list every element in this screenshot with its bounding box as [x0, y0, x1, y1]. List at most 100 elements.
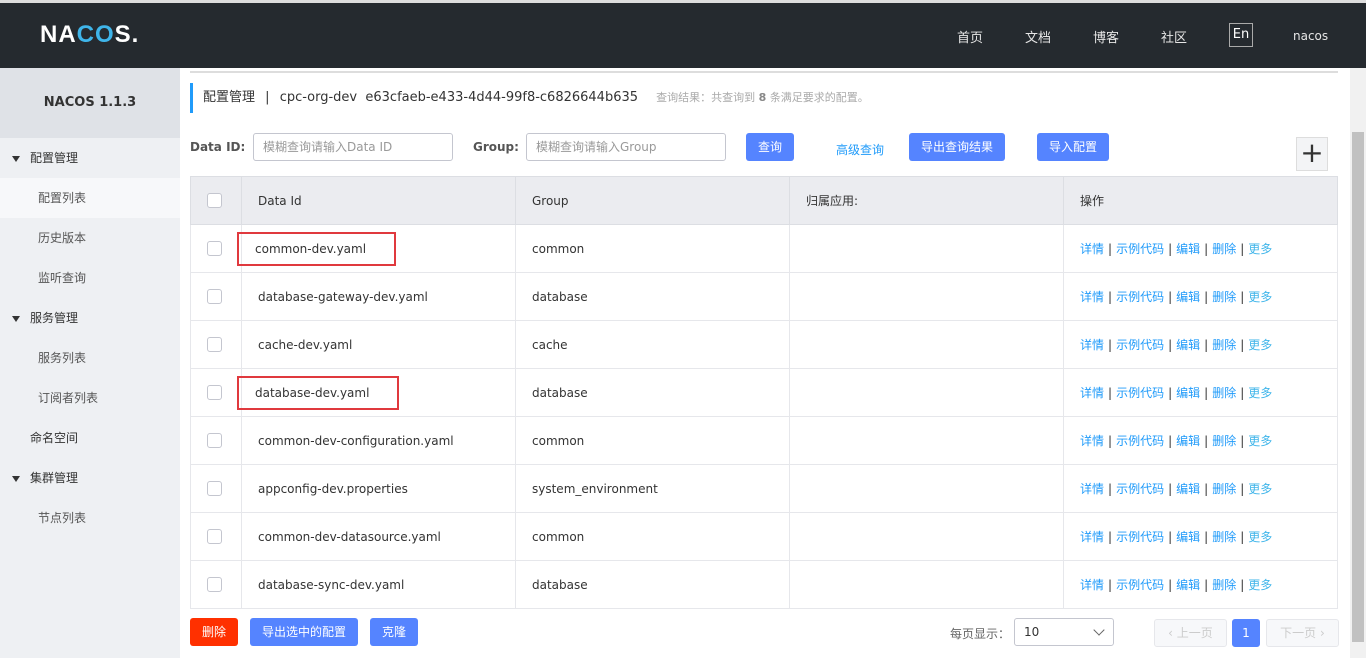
action-3-link[interactable]: 删除 [1212, 530, 1236, 544]
sidebar-item[interactable]: 节点列表 [0, 498, 180, 538]
sidebar-item[interactable]: 集群管理 [0, 458, 180, 498]
action-2-link[interactable]: 编辑 [1176, 482, 1200, 496]
app-cell [789, 416, 1064, 465]
sidebar-item[interactable]: 服务列表 [0, 338, 180, 378]
action-0-link[interactable]: 详情 [1080, 578, 1104, 592]
action-3-link[interactable]: 删除 [1212, 386, 1236, 400]
action-3-link[interactable]: 删除 [1212, 482, 1236, 496]
action-1-link[interactable]: 示例代码 [1116, 338, 1164, 352]
add-config-button[interactable]: + [1296, 137, 1328, 171]
nav-home[interactable]: 首页 [957, 27, 983, 46]
nav-docs[interactable]: 文档 [1025, 27, 1051, 46]
sidebar-item[interactable]: 历史版本 [0, 218, 180, 258]
group-input[interactable]: 模糊查询请输入Group [526, 133, 726, 161]
sidebar-item[interactable]: 订阅者列表 [0, 378, 180, 418]
sidebar-item[interactable]: 配置列表 [0, 178, 180, 218]
action-2-link[interactable]: 编辑 [1176, 434, 1200, 448]
action-4-link[interactable]: 更多 [1248, 434, 1272, 448]
action-0-link[interactable]: 详情 [1080, 242, 1104, 256]
action-1-link[interactable]: 示例代码 [1116, 386, 1164, 400]
dataid-input[interactable]: 模糊查询请输入Data ID [253, 133, 453, 161]
data-id-cell: common-dev-configuration.yaml [241, 416, 516, 465]
table-row: common-dev-configuration.yaml common 详情 | 示例… [190, 416, 1338, 465]
prev-page-button[interactable]: ‹ 上一页 [1154, 619, 1227, 647]
sidebar-item[interactable]: 监听查询 [0, 258, 180, 298]
nav-community[interactable]: 社区 [1161, 27, 1187, 46]
scrollbar[interactable] [1350, 68, 1366, 658]
separator: | [1204, 530, 1209, 544]
sidebar-item[interactable]: 命名空间 [0, 418, 180, 458]
action-2-link[interactable]: 编辑 [1176, 290, 1200, 304]
action-4-link[interactable]: 更多 [1248, 386, 1272, 400]
sidebar-item-label: 集群管理 [30, 471, 79, 485]
row-checkbox[interactable] [207, 529, 222, 544]
separator: | [1204, 290, 1209, 304]
nav-blog[interactable]: 博客 [1093, 27, 1119, 46]
sidebar: NACOS 1.1.3 配置管理 配置列表 历史版本 监听查询 服务管理 服务列表 订阅者列… [0, 68, 180, 658]
nacos-logo[interactable]: NACOS. [40, 21, 139, 49]
export-selected-button[interactable]: 导出选中的配置 [250, 618, 359, 646]
data-id-cell: database-gateway-dev.yaml [241, 272, 516, 321]
action-2-link[interactable]: 编辑 [1176, 530, 1200, 544]
action-4-link[interactable]: 更多 [1248, 290, 1272, 304]
next-page-button[interactable]: 下一页 › [1266, 619, 1339, 647]
action-0-link[interactable]: 详情 [1080, 338, 1104, 352]
action-3-link[interactable]: 删除 [1212, 290, 1236, 304]
action-2-link[interactable]: 编辑 [1176, 578, 1200, 592]
clone-button[interactable]: 克隆 [370, 618, 419, 646]
action-2-link[interactable]: 编辑 [1176, 338, 1200, 352]
row-checkbox[interactable] [207, 337, 222, 352]
search-button[interactable]: 查询 [746, 133, 795, 161]
row-checkbox[interactable] [207, 241, 222, 256]
action-0-link[interactable]: 详情 [1080, 530, 1104, 544]
action-3-link[interactable]: 删除 [1212, 242, 1236, 256]
row-checkbox[interactable] [207, 289, 222, 304]
row-checkbox[interactable] [207, 385, 222, 400]
action-1-link[interactable]: 示例代码 [1116, 530, 1164, 544]
action-0-link[interactable]: 详情 [1080, 434, 1104, 448]
advanced-search-link[interactable]: 高级查询 [836, 141, 884, 158]
action-4-link[interactable]: 更多 [1248, 242, 1272, 256]
action-1-link[interactable]: 示例代码 [1116, 578, 1164, 592]
user-name[interactable]: nacos [1293, 29, 1328, 43]
action-1-link[interactable]: 示例代码 [1116, 434, 1164, 448]
export-results-button[interactable]: 导出查询结果 [909, 133, 1006, 161]
action-1-link[interactable]: 示例代码 [1116, 290, 1164, 304]
language-toggle[interactable]: En [1229, 23, 1253, 47]
separator: | [1240, 530, 1245, 544]
action-2-link[interactable]: 编辑 [1176, 242, 1200, 256]
action-4-link[interactable]: 更多 [1248, 578, 1272, 592]
row-select-cell [190, 560, 242, 609]
row-checkbox[interactable] [207, 433, 222, 448]
sidebar-item[interactable]: 配置管理 [0, 138, 180, 178]
delete-button[interactable]: 删除 [190, 618, 239, 646]
actions-cell: 详情 | 示例代码 | 编辑 | 删除 | 更多 [1063, 464, 1338, 513]
action-4-link[interactable]: 更多 [1248, 530, 1272, 544]
import-config-button[interactable]: 导入配置 [1037, 133, 1110, 161]
page-size-select[interactable]: 10 [1014, 618, 1114, 646]
separator: | [1240, 386, 1245, 400]
row-select-cell [190, 368, 242, 417]
action-1-link[interactable]: 示例代码 [1116, 482, 1164, 496]
action-0-link[interactable]: 详情 [1080, 482, 1104, 496]
action-4-link[interactable]: 更多 [1248, 482, 1272, 496]
action-1-link[interactable]: 示例代码 [1116, 242, 1164, 256]
action-3-link[interactable]: 删除 [1212, 434, 1236, 448]
separator: | [1240, 482, 1245, 496]
action-0-link[interactable]: 详情 [1080, 290, 1104, 304]
sidebar-item[interactable]: 服务管理 [0, 298, 180, 338]
separator: | [1240, 242, 1245, 256]
scrollbar-thumb[interactable] [1352, 132, 1364, 642]
select-all-checkbox[interactable] [207, 193, 222, 208]
actions-cell: 详情 | 示例代码 | 编辑 | 删除 | 更多 [1063, 560, 1338, 609]
row-checkbox[interactable] [207, 577, 222, 592]
sidebar-item-label: 节点列表 [38, 511, 87, 525]
action-4-link[interactable]: 更多 [1248, 338, 1272, 352]
row-checkbox[interactable] [207, 481, 222, 496]
action-3-link[interactable]: 删除 [1212, 578, 1236, 592]
action-2-link[interactable]: 编辑 [1176, 386, 1200, 400]
page-1-button[interactable]: 1 [1232, 619, 1260, 647]
action-3-link[interactable]: 删除 [1212, 338, 1236, 352]
sidebar-item-label: 配置管理 [30, 151, 79, 165]
action-0-link[interactable]: 详情 [1080, 386, 1104, 400]
